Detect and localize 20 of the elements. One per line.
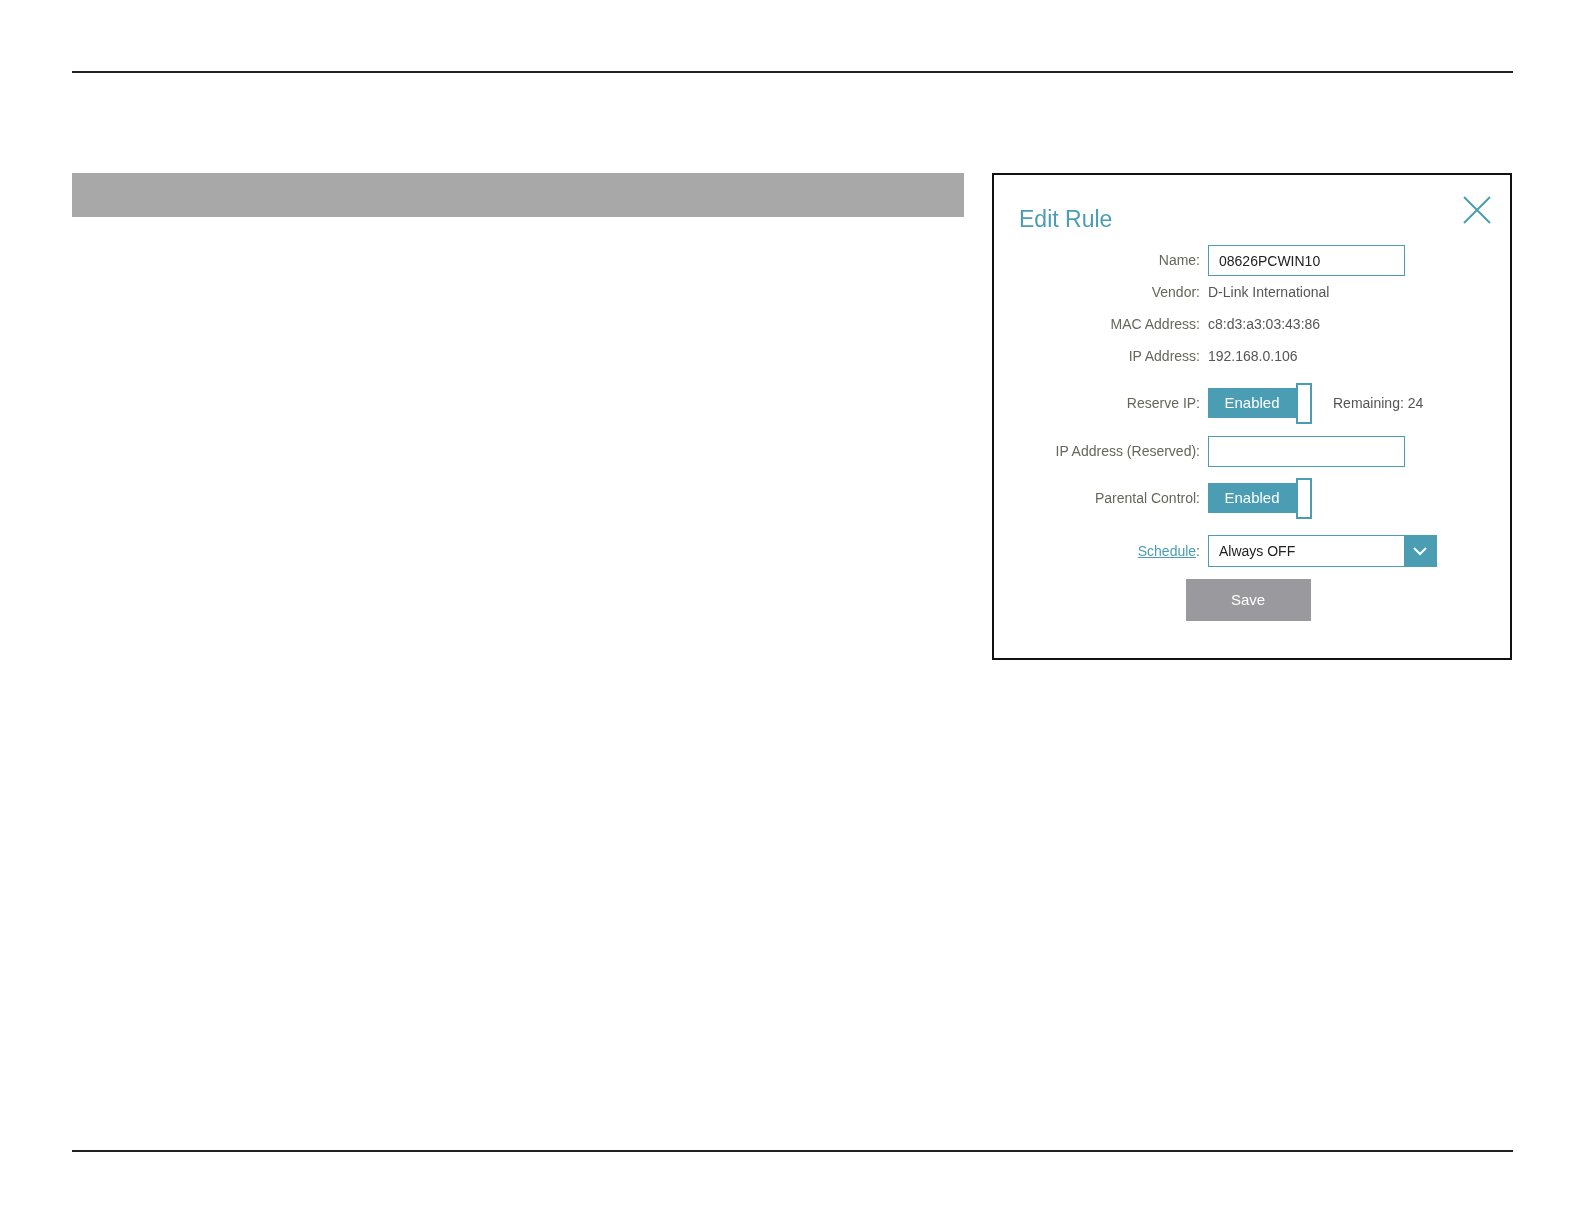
field-label: Reserve IP:	[1126, 393, 1200, 413]
field-value: 192.168.0.106	[1208, 346, 1298, 366]
close-button[interactable]	[1462, 195, 1492, 225]
field-label: Vendor:	[1151, 282, 1200, 302]
field-label: IP Address (Reserved):	[1055, 442, 1200, 461]
save-button[interactable]: Save	[1185, 579, 1311, 621]
field-value: c8:d3:a3:03:43:86	[1208, 314, 1321, 334]
field-label: Parental Control:	[1094, 488, 1200, 508]
remaining-text: Remaining: 24	[1333, 393, 1424, 413]
field-value: D-Link International	[1208, 282, 1330, 302]
field-label: IP Address:	[1128, 346, 1200, 366]
text-input-field[interactable]	[1208, 436, 1405, 467]
text-input-field[interactable]: 08626PCWIN10	[1208, 245, 1405, 276]
field-label: MAC Address:	[1110, 314, 1200, 334]
close-icon	[1462, 195, 1492, 225]
schedule-dropdown[interactable]: Always OFF	[1208, 535, 1437, 567]
dialog-title: Edit Rule	[1019, 205, 1113, 234]
label-colon: :	[1196, 541, 1200, 561]
field-label: Name:	[1158, 251, 1200, 270]
chevron-down-icon	[1413, 546, 1427, 556]
